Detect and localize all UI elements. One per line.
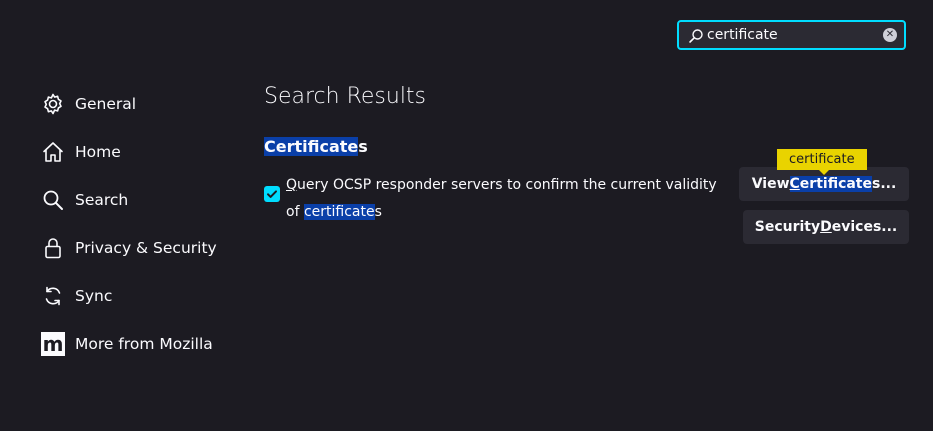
mozilla-icon: m — [40, 331, 66, 357]
sidebar-item-home[interactable]: Home — [40, 128, 240, 176]
search-match-tooltip: certificate — [777, 149, 867, 175]
page-title: Search Results — [264, 84, 427, 109]
ocsp-text-end: s — [374, 204, 382, 220]
clear-icon[interactable]: ✕ — [883, 28, 897, 42]
security-button-prefix: Security — [754, 219, 821, 235]
heading-rest: s — [358, 137, 368, 156]
search-icon — [40, 187, 66, 213]
ocsp-text-highlight: certificate — [303, 204, 375, 220]
sidebar-item-general[interactable]: General — [40, 80, 240, 128]
security-devices-button[interactable]: Security Devices... — [743, 210, 909, 244]
sidebar-item-more-from-mozilla[interactable]: m More from Mozilla — [40, 320, 240, 368]
view-button-suffix: s... — [872, 176, 897, 192]
mozilla-logo: m — [41, 332, 65, 356]
ocsp-accesskey: Q — [286, 177, 298, 193]
sidebar-item-privacy[interactable]: Privacy & Security — [40, 224, 240, 272]
security-button-accesskey: D — [820, 219, 832, 235]
ocsp-checkbox-row[interactable]: Query OCSP responder servers to confirm … — [264, 172, 734, 226]
search-icon — [688, 28, 704, 44]
gear-icon — [40, 91, 66, 117]
view-button-prefix: View — [751, 176, 790, 192]
sidebar-item-label: Sync — [75, 287, 113, 305]
sidebar: General Home Search Privacy & Security S… — [40, 80, 240, 368]
sidebar-item-search[interactable]: Search — [40, 176, 240, 224]
sidebar-item-label: Search — [75, 191, 129, 209]
sidebar-item-label: Privacy & Security — [75, 239, 217, 257]
security-button-suffix: evices... — [831, 219, 898, 235]
sidebar-item-label: More from Mozilla — [75, 335, 213, 353]
search-input[interactable] — [707, 25, 877, 45]
lock-icon — [40, 235, 66, 261]
section-heading-certificates: Certificates — [264, 137, 368, 156]
heading-highlight: Certificate — [264, 137, 359, 156]
sidebar-item-label: General — [75, 95, 137, 113]
sidebar-item-label: Home — [75, 143, 121, 161]
ocsp-checkbox[interactable] — [264, 186, 280, 202]
view-button-accesskey: C — [789, 176, 800, 192]
search-field[interactable]: ✕ — [677, 20, 906, 50]
sidebar-item-sync[interactable]: Sync — [40, 272, 240, 320]
sync-icon — [40, 283, 66, 309]
home-icon — [40, 139, 66, 165]
ocsp-label: Query OCSP responder servers to confirm … — [286, 172, 734, 226]
view-button-highlight: ertificate — [799, 176, 872, 192]
